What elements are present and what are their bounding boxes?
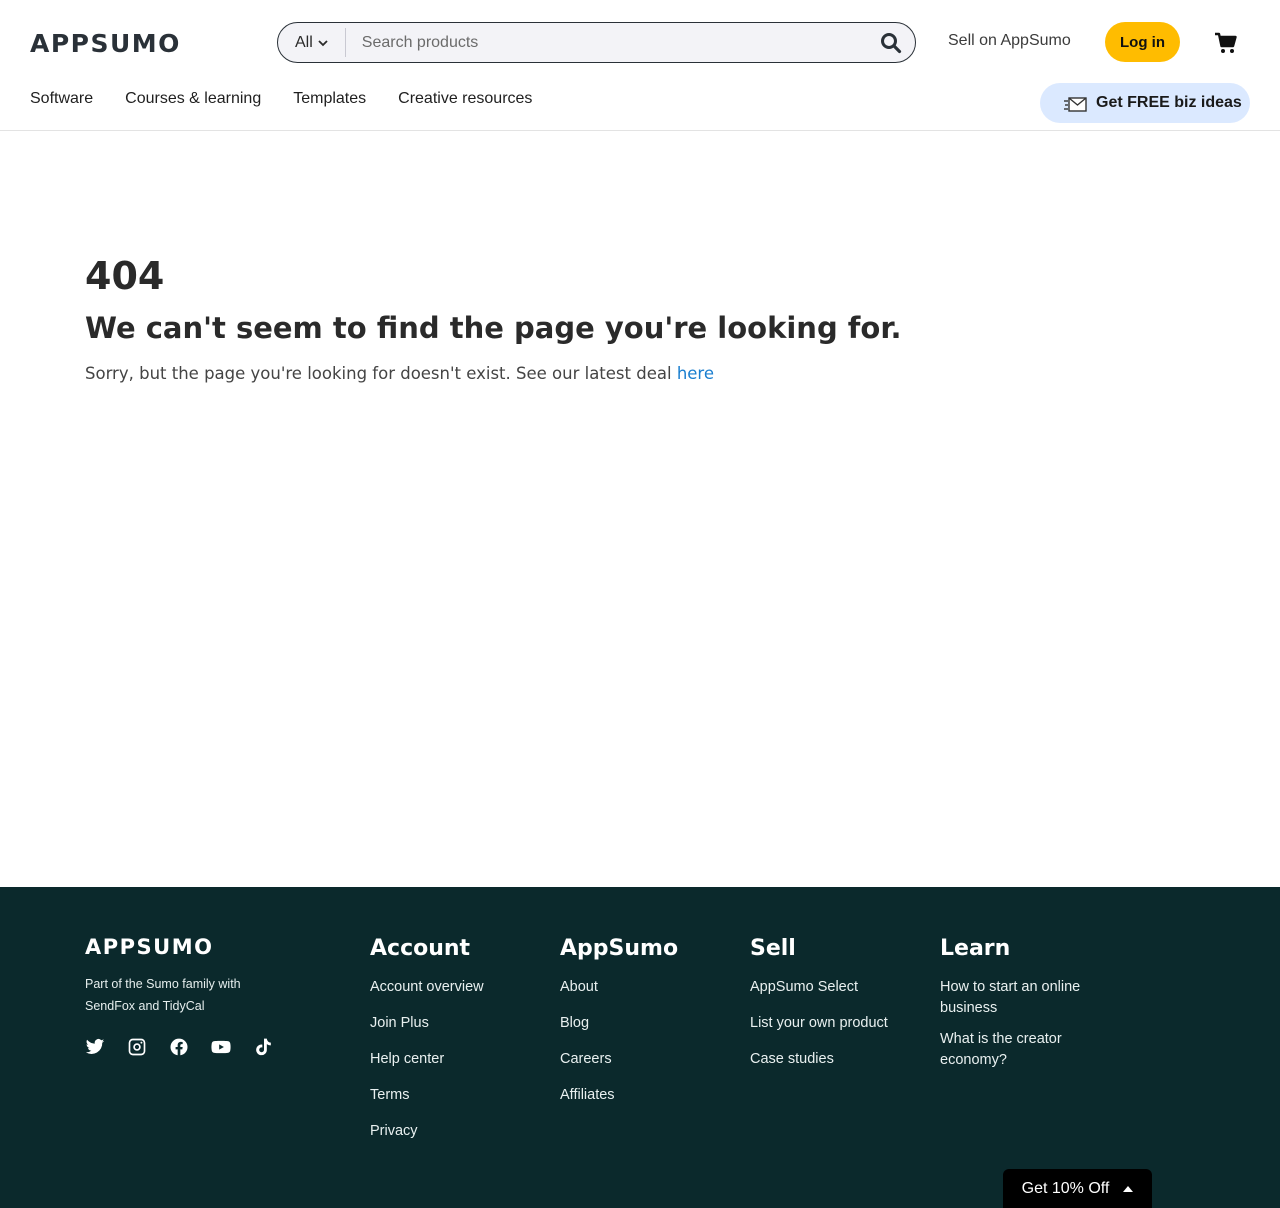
promo-label: Get 10% Off [1021, 1179, 1110, 1197]
search-category-label: All [295, 33, 313, 51]
footer-column-title: Account [370, 936, 471, 961]
appsumo-logo[interactable]: APPSUMO [30, 28, 181, 58]
instagram-icon[interactable] [127, 1037, 147, 1057]
cart-icon[interactable] [1214, 31, 1238, 55]
footer-column-title: Sell [750, 936, 796, 961]
footer-link-blog[interactable]: Blog [560, 1013, 678, 1034]
tiktok-icon[interactable] [253, 1037, 273, 1057]
category-nav: Software Courses & learning Templates Cr… [30, 90, 532, 108]
search-button[interactable] [867, 23, 915, 62]
footer-link-list-product[interactable]: List your own product [750, 1013, 888, 1034]
footer-link-about[interactable]: About [560, 977, 678, 998]
sell-on-appsumo-link[interactable]: Sell on AppSumo [948, 32, 1071, 50]
social-links [85, 1037, 273, 1057]
youtube-icon[interactable] [211, 1037, 231, 1057]
facebook-icon[interactable] [169, 1037, 189, 1057]
site-footer: APPSUMO Part of the Sumo family with Sen… [0, 887, 1280, 1208]
footer-link-affiliates[interactable]: Affiliates [560, 1085, 678, 1106]
error-message-text: Sorry, but the page you're looking for d… [85, 364, 677, 383]
error-content: 404 We can't seem to find the page you'r… [85, 250, 902, 383]
search-input[interactable] [345, 23, 867, 62]
footer-column-title: AppSumo [560, 936, 679, 961]
nav-item-courses[interactable]: Courses & learning [125, 90, 261, 108]
footer-tagline: Part of the Sumo family with SendFox and… [85, 977, 241, 1013]
footer-link-account-overview[interactable]: Account overview [370, 977, 484, 998]
error-title: We can't seem to find the page you're lo… [85, 311, 902, 345]
search-bar: All [277, 22, 916, 63]
footer-link-join-plus[interactable]: Join Plus [370, 1013, 484, 1034]
footer-logo[interactable]: APPSUMO [85, 935, 213, 959]
envelope-icon [1064, 97, 1087, 112]
footer-link-case-studies[interactable]: Case studies [750, 1049, 888, 1070]
footer-column-appsumo: AppSumo About Blog Careers Affiliates [560, 935, 678, 1121]
footer-link-creator-economy[interactable]: What is the creator economy? [940, 1029, 1110, 1071]
search-icon [881, 32, 902, 53]
discount-promo-button[interactable]: Get 10% Off [1003, 1169, 1152, 1208]
login-button[interactable]: Log in [1105, 22, 1180, 62]
footer-link-privacy[interactable]: Privacy [370, 1121, 484, 1142]
footer-column-learn: Learn How to start an online business Wh… [940, 935, 1110, 1081]
nav-item-creative-resources[interactable]: Creative resources [398, 90, 532, 108]
caret-up-icon [1123, 1185, 1134, 1192]
footer-link-terms[interactable]: Terms [370, 1085, 484, 1106]
search-category-dropdown[interactable]: All [278, 28, 346, 57]
footer-link-appsumo-select[interactable]: AppSumo Select [750, 977, 888, 998]
twitter-icon[interactable] [85, 1037, 105, 1057]
error-code: 404 [85, 254, 165, 298]
footer-column-account: Account Account overview Join Plus Help … [370, 935, 484, 1157]
get-biz-ideas-button[interactable]: Get FREE biz ideas [1040, 83, 1250, 123]
latest-deal-link[interactable]: here [677, 364, 714, 383]
chevron-down-icon [318, 39, 328, 46]
footer-link-help-center[interactable]: Help center [370, 1049, 484, 1070]
footer-column-title: Learn [940, 936, 1011, 961]
footer-link-careers[interactable]: Careers [560, 1049, 678, 1070]
biz-ideas-label: Get FREE biz ideas [1096, 94, 1242, 111]
footer-column-sell: Sell AppSumo Select List your own produc… [750, 935, 888, 1085]
error-message: Sorry, but the page you're looking for d… [85, 364, 902, 383]
nav-item-templates[interactable]: Templates [293, 90, 366, 108]
site-header: APPSUMO All Sell on AppSumo Log in Softw… [0, 0, 1280, 131]
footer-link-start-online-business[interactable]: How to start an online business [940, 977, 1110, 1019]
nav-item-software[interactable]: Software [30, 90, 93, 108]
